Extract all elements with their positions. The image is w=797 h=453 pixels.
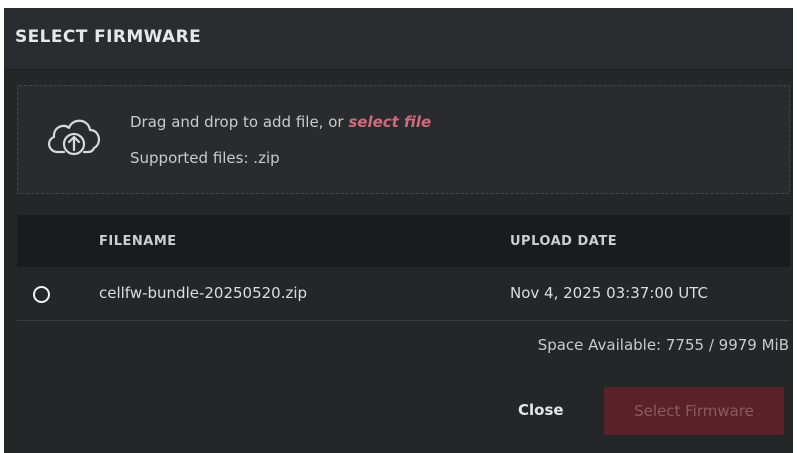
dropzone-instruction-text: Drag and drop to add file, or [130,113,349,131]
column-header-upload-date: UPLOAD DATE [510,234,618,249]
dialog-header: SELECT FIRMWARE [4,8,793,70]
dropzone-instruction: Drag and drop to add file, or select fil… [130,113,431,131]
select-file-link[interactable]: select file [348,113,431,131]
select-firmware-dialog: SELECT FIRMWARE Drag and drop to add fil… [4,8,793,453]
dialog-title: SELECT FIRMWARE [15,27,202,47]
row-select-radio[interactable] [33,286,50,303]
supported-files-text: Supported files: .zip [130,149,280,167]
table-row[interactable]: cellfw-bundle-20250520.zip Nov 4, 2025 0… [17,267,790,321]
column-header-filename: FILENAME [99,234,177,249]
cloud-upload-icon [48,119,100,156]
file-dropzone[interactable]: Drag and drop to add file, or select fil… [17,85,790,194]
space-available-text: Space Available: 7755 / 9979 MiB [537,336,789,354]
row-upload-date: Nov 4, 2025 03:37:00 UTC [510,284,708,302]
row-filename: cellfw-bundle-20250520.zip [99,284,308,302]
close-button[interactable]: Close [518,401,564,419]
select-firmware-button[interactable]: Select Firmware [604,387,784,435]
table-header: FILENAME UPLOAD DATE [17,215,790,267]
